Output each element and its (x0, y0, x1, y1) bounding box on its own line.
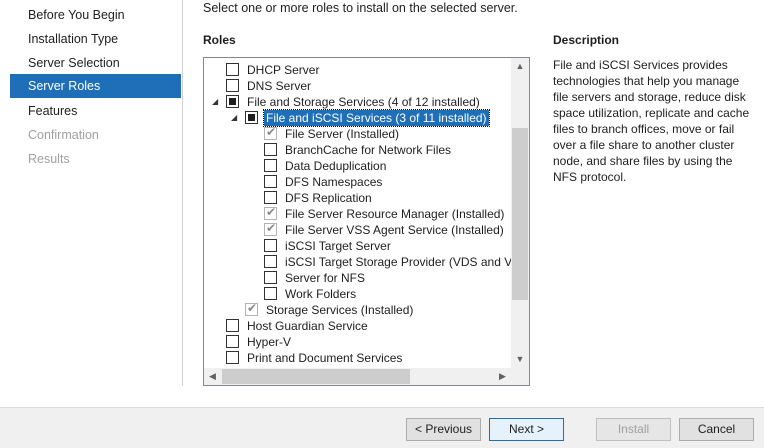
expanded-triangle-icon[interactable]: ◢ (231, 110, 237, 126)
previous-button[interactable]: < Previous (406, 418, 481, 441)
role-checkbox: ✔ (264, 221, 277, 236)
horizontal-scrollbar[interactable]: ◀ ▶ (204, 368, 511, 385)
nav-item-confirmation: Confirmation (28, 128, 99, 142)
description-heading: Description (553, 33, 620, 47)
cancel-button[interactable]: Cancel (679, 418, 754, 441)
role-checkbox[interactable] (264, 271, 277, 284)
checkmark-icon: ✔ (247, 301, 258, 315)
tree-item-label: Host Guardian Service (247, 319, 368, 333)
tree-item-label: Work Folders (285, 287, 357, 301)
tree-item-label: Print and Document Services (247, 351, 403, 365)
partial-check-icon (229, 98, 236, 105)
expanded-triangle-icon[interactable]: ◢ (212, 94, 218, 110)
tree-item-label: File and Storage Services (4 of 12 insta… (247, 95, 480, 109)
role-checkbox[interactable] (226, 335, 239, 348)
tree-item-label: DFS Replication (285, 191, 372, 205)
tree-item-label: Server for NFS (285, 271, 366, 285)
tree-item-label: iSCSI Target Server (285, 239, 391, 253)
vertical-scroll-thumb[interactable] (512, 128, 528, 300)
wizard-navigation: Before You Begin Installation Type Serve… (0, 0, 183, 386)
role-checkbox[interactable] (264, 287, 277, 300)
role-checkbox: ✔ (245, 301, 258, 316)
roles-heading: Roles (203, 33, 236, 47)
horizontal-scroll-thumb[interactable] (222, 369, 410, 384)
tree-item-label: File Server Resource Manager (Installed) (285, 207, 505, 221)
tree-item-label: Storage Services (Installed) (266, 303, 414, 317)
checkmark-icon: ✔ (266, 205, 277, 219)
roles-tree-content: DHCP Server DNS Server ◢ File and Storage S… (204, 58, 512, 368)
role-checkbox[interactable] (264, 143, 277, 156)
tree-item-label: BranchCache for Network Files (285, 143, 452, 157)
tree-item-label: File Server (Installed) (285, 127, 400, 141)
tree-item-label: Hyper-V (247, 335, 292, 349)
scrollbar-corner (511, 368, 529, 385)
role-checkbox[interactable] (264, 239, 277, 252)
role-checkbox: ✔ (264, 205, 277, 220)
instructions-text: Select one or more roles to install on t… (203, 1, 518, 15)
nav-item-features[interactable]: Features (10, 99, 181, 123)
role-checkbox[interactable] (245, 111, 258, 124)
tree-item-label: File and iSCSI Services (3 of 11 install… (263, 109, 490, 127)
tree-item-label: DFS Namespaces (285, 175, 383, 189)
tree-item-label: Data Deduplication (285, 159, 387, 173)
nav-item-installation-type[interactable]: Installation Type (10, 27, 181, 51)
next-button[interactable]: Next > (489, 418, 564, 441)
install-button: Install (596, 418, 671, 441)
nav-item-server-selection[interactable]: Server Selection (10, 51, 181, 75)
chevron-down-icon[interactable]: ▼ (511, 351, 529, 368)
role-checkbox[interactable] (226, 79, 239, 92)
wizard-footer: < Previous Next > Install Cancel (0, 407, 764, 448)
role-checkbox[interactable] (226, 95, 239, 108)
role-checkbox[interactable] (226, 351, 239, 364)
tree-item-label: iSCSI Target Storage Provider (VDS and V… (285, 255, 512, 269)
role-checkbox[interactable] (264, 191, 277, 204)
checkmark-icon: ✔ (266, 125, 277, 139)
checkmark-icon: ✔ (266, 221, 277, 235)
role-checkbox[interactable] (226, 63, 239, 76)
chevron-left-icon[interactable]: ◀ (204, 368, 221, 385)
nav-item-server-roles[interactable]: Server Roles (10, 74, 181, 98)
role-checkbox[interactable] (226, 319, 239, 332)
tree-item-label: DHCP Server (247, 63, 320, 77)
role-checkbox[interactable] (264, 175, 277, 188)
tree-item-label: File Server VSS Agent Service (Installed… (285, 223, 504, 237)
vertical-scrollbar[interactable]: ▲ ▼ (511, 58, 529, 368)
nav-item-before-you-begin[interactable]: Before You Begin (10, 3, 181, 27)
chevron-up-icon[interactable]: ▲ (511, 58, 529, 75)
role-checkbox[interactable] (264, 255, 277, 268)
partial-check-icon (248, 114, 255, 121)
chevron-right-icon[interactable]: ▶ (494, 368, 511, 385)
role-checkbox: ✔ (264, 125, 277, 140)
nav-item-results: Results (28, 152, 70, 166)
description-text: File and iSCSI Services provides technol… (553, 58, 750, 184)
tree-item-label: DNS Server (247, 79, 312, 93)
role-checkbox[interactable] (264, 159, 277, 172)
roles-tree[interactable]: DHCP Server DNS Server ◢ File and Storage S… (203, 57, 530, 386)
